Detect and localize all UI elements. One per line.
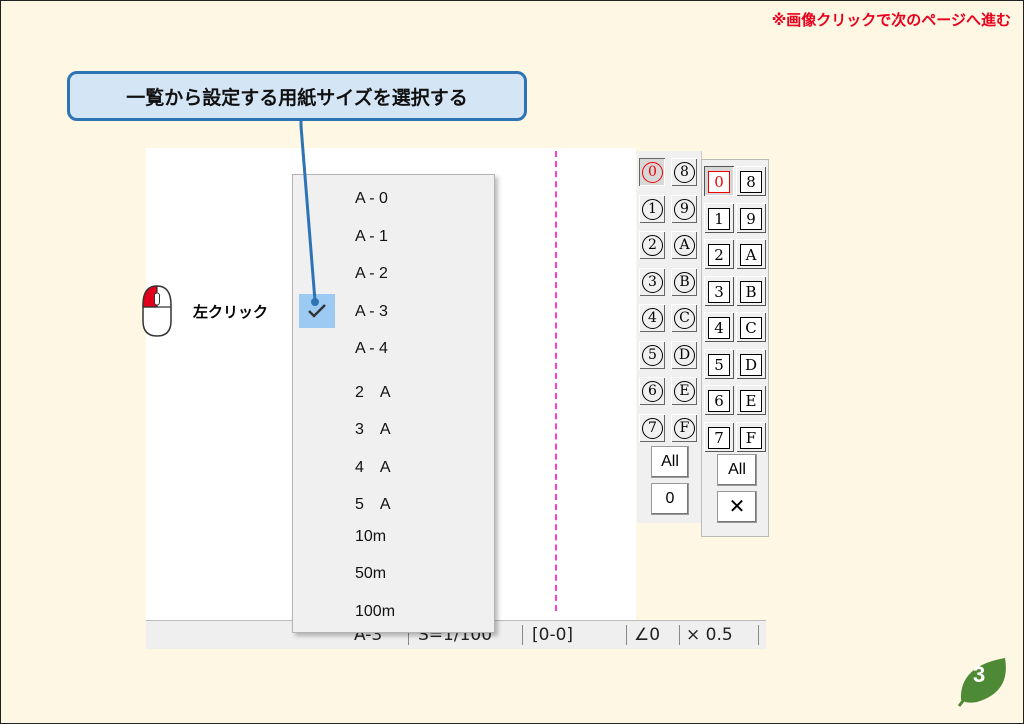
page-number: 3 [973, 662, 986, 687]
instruction-callout: 一覧から設定する用紙サイズを選択する [67, 71, 527, 121]
slide: ※画像クリックで次のページへ進む A-3 S=1/100 [0-0] ∠0 × … [0, 0, 1024, 724]
callout-text: 一覧から設定する用紙サイズを選択する [126, 86, 468, 109]
